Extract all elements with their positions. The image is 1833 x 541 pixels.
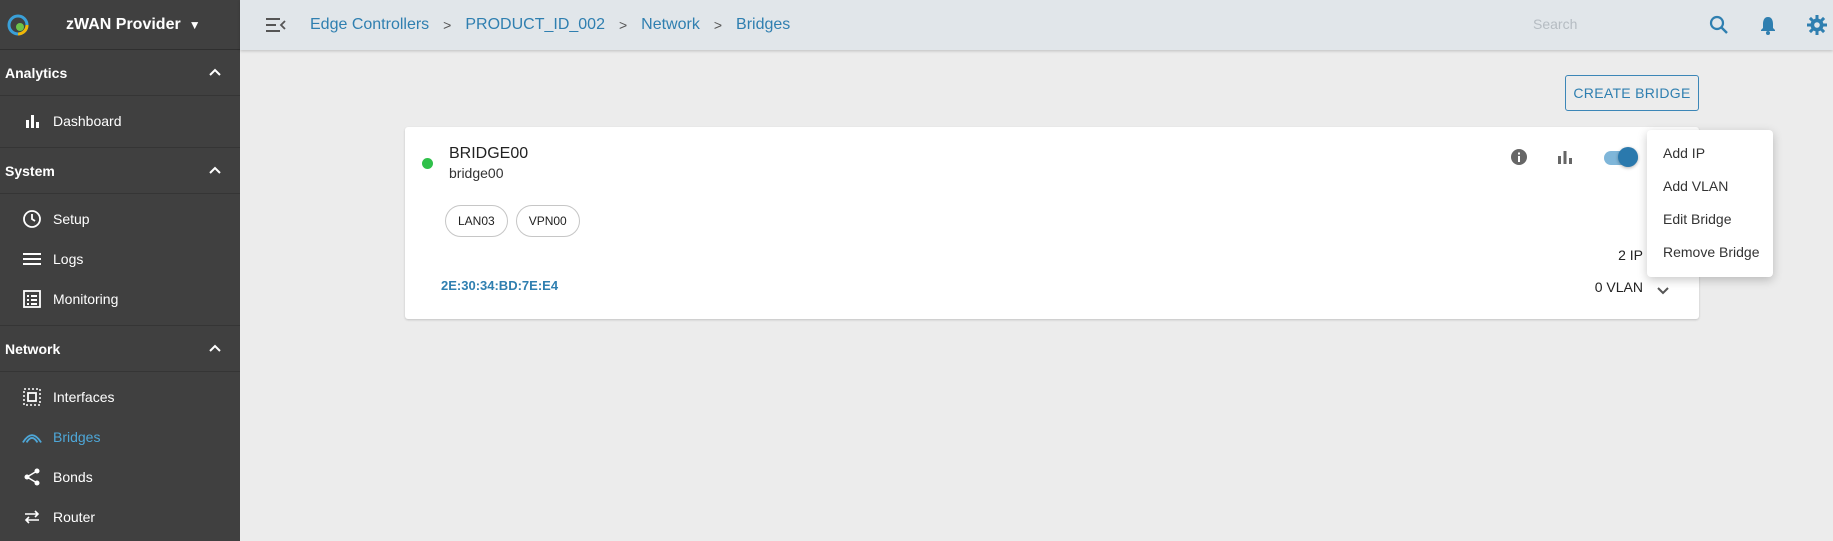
sidebar-item-logs[interactable]: Logs (0, 239, 240, 279)
clock-icon (22, 209, 42, 229)
member-chip[interactable]: LAN03 (445, 205, 508, 237)
sidebar-item-bonds[interactable]: Bonds (0, 457, 240, 497)
mac-address: 2E:30:34:BD:7E:E4 (441, 278, 559, 293)
bridge-actions-menu: Add IP Add VLAN Edit Bridge Remove Bridg… (1647, 130, 1773, 277)
section-label: System (5, 162, 55, 179)
breadcrumb-network[interactable]: Network (641, 16, 700, 34)
breadcrumb-product[interactable]: PRODUCT_ID_002 (465, 16, 605, 34)
menu-item-add-vlan[interactable]: Add VLAN (1647, 169, 1773, 202)
bar-chart-icon[interactable] (1554, 146, 1576, 168)
sidebar-item-label: Bonds (53, 469, 93, 485)
sidebar-item-dashboard[interactable]: Dashboard (0, 101, 240, 141)
sidebar-item-bridges[interactable]: Bridges (0, 417, 240, 457)
sidebar-item-router[interactable]: Router (0, 497, 240, 537)
sidebar-item-label: Router (53, 509, 96, 525)
sidebar-item-label: Bridges (53, 429, 101, 445)
sidebar-item-monitoring[interactable]: Monitoring (0, 279, 240, 319)
status-indicator (422, 158, 433, 169)
chevron-up-icon (209, 68, 221, 76)
menu-item-remove-bridge[interactable]: Remove Bridge (1647, 235, 1773, 268)
info-icon[interactable] (1508, 146, 1530, 168)
monitoring-icon (22, 289, 42, 309)
breadcrumb: Edge Controllers > PRODUCT_ID_002 > Netw… (310, 16, 790, 34)
bridge-card: BRIDGE00 bridge00 LAN03 VPN00 2E:30:34:B… (405, 127, 1699, 319)
brand-switcher[interactable]: zWAN Provider ▼ (0, 0, 240, 50)
create-bridge-button[interactable]: CREATE BRIDGE (1565, 75, 1699, 111)
section-analytics[interactable]: Analytics (0, 50, 240, 96)
ip-count: 2 IP (1618, 247, 1643, 263)
sidebar-item-label: Dashboard (53, 113, 122, 129)
sidebar-item-label: Setup (53, 211, 90, 227)
top-bar: Edge Controllers > PRODUCT_ID_002 > Netw… (240, 0, 1833, 50)
menu-item-edit-bridge[interactable]: Edit Bridge (1647, 202, 1773, 235)
breadcrumb-edge-controllers[interactable]: Edge Controllers (310, 16, 429, 34)
logo-icon (7, 14, 29, 35)
swap-icon (22, 507, 42, 527)
sidebar: zWAN Provider ▼ Analytics Dashboard Syst… (0, 0, 240, 541)
bridge-subtitle: bridge00 (449, 165, 504, 181)
search-input[interactable] (1533, 13, 1693, 35)
enable-toggle[interactable] (1600, 145, 1640, 169)
sidebar-item-label: Interfaces (53, 389, 115, 405)
chevron-right-icon: > (713, 17, 723, 33)
chevron-right-icon: > (618, 17, 628, 33)
section-label: Analytics (5, 64, 68, 81)
chevron-right-icon: > (443, 17, 452, 33)
chevron-down-icon[interactable] (1652, 279, 1674, 301)
gear-icon[interactable] (1805, 13, 1829, 37)
chevron-up-icon (209, 166, 221, 174)
member-chip[interactable]: VPN00 (515, 205, 580, 237)
bell-icon[interactable] (1756, 13, 1780, 37)
member-chips: LAN03 VPN00 (445, 205, 580, 237)
sidebar-item-setup[interactable]: Setup (0, 199, 240, 239)
toggle-knob (1618, 147, 1638, 167)
sidebar-item-interfaces[interactable]: Interfaces (0, 377, 240, 417)
section-label: Network (5, 340, 61, 357)
bridge-icon (22, 427, 42, 447)
vlan-count: 0 VLAN (1594, 279, 1643, 295)
sidebar-item-label: Monitoring (53, 291, 119, 307)
section-system[interactable]: System (0, 148, 240, 194)
menu-collapse-icon[interactable] (264, 13, 288, 37)
caret-down-icon: ▼ (188, 17, 201, 32)
brand-name: zWAN Provider (66, 15, 181, 33)
interfaces-icon (22, 387, 42, 407)
share-icon (22, 467, 42, 487)
bar-chart-icon (22, 111, 42, 131)
section-network[interactable]: Network (0, 326, 240, 372)
chevron-up-icon (209, 344, 221, 352)
bridge-title: BRIDGE00 (449, 145, 529, 162)
list-icon (22, 249, 42, 269)
search-icon[interactable] (1707, 13, 1731, 37)
menu-item-add-ip[interactable]: Add IP (1647, 136, 1773, 169)
sidebar-item-label: Logs (53, 251, 84, 267)
breadcrumb-bridges[interactable]: Bridges (736, 16, 790, 34)
